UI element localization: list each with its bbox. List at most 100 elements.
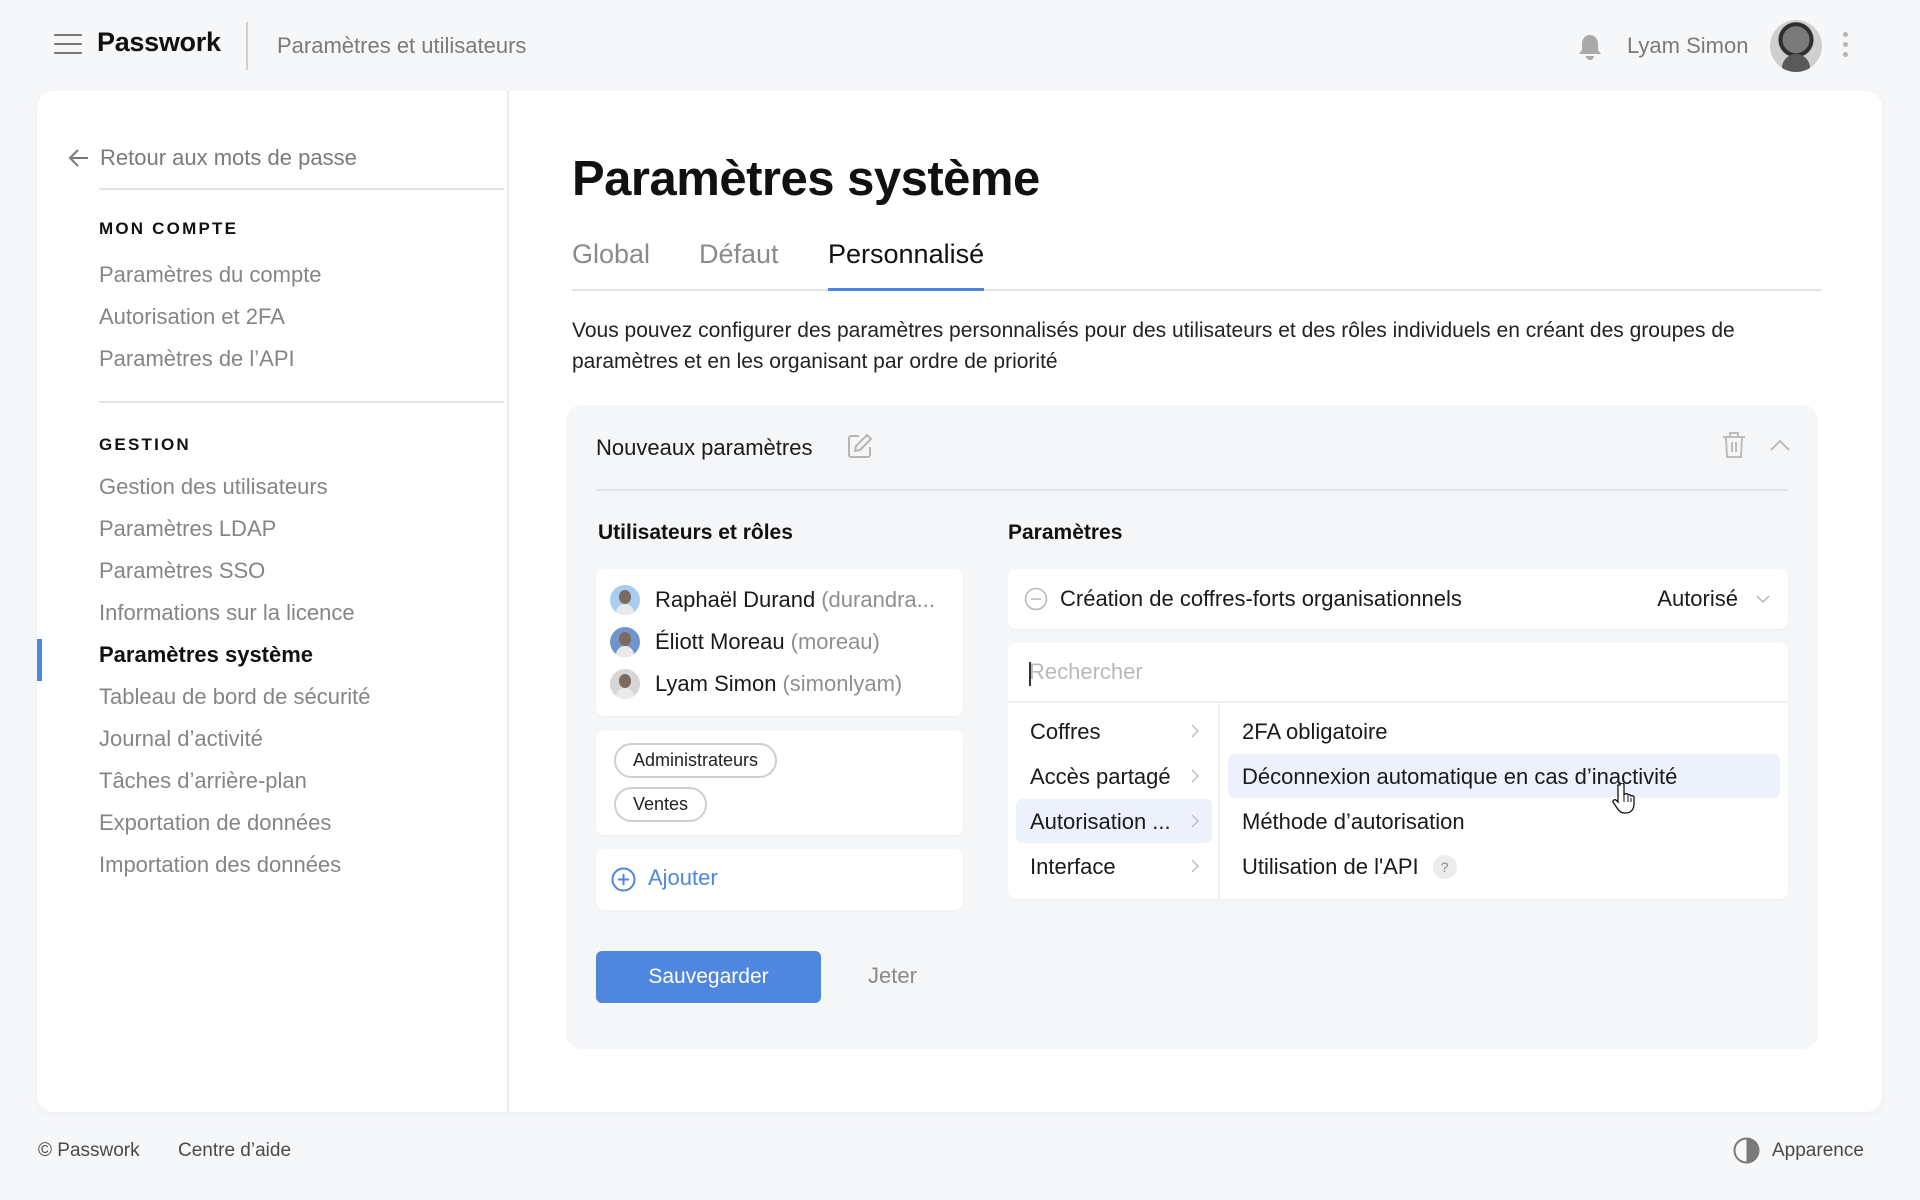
help-icon[interactable]: ? <box>1432 855 1457 879</box>
sidebar-item-authorization-2fa[interactable]: Autorisation et 2FA <box>99 304 285 330</box>
user-avatar <box>610 627 640 657</box>
bell-icon[interactable] <box>1576 32 1604 62</box>
tab-custom[interactable]: Personnalisé <box>828 239 985 291</box>
group-title: Nouveaux paramètres <box>596 435 813 460</box>
page-title: Paramètres système <box>572 152 1040 206</box>
chevron-right-icon <box>1191 769 1200 783</box>
edit-icon[interactable] <box>846 432 874 460</box>
option-label: Utilisation de l'API? <box>1242 854 1457 880</box>
user-item[interactable]: Éliott Moreau (moreau) <box>610 625 880 659</box>
tab-global[interactable]: Global <box>572 239 650 291</box>
description: Vous pouvez configurer des paramètres pe… <box>572 319 1735 373</box>
settings-picker: Coffres Accès partagé Autorisation ... I… <box>1008 643 1788 899</box>
content-area: Paramètres système Global Défaut Personn… <box>566 91 1882 1112</box>
category-vaults[interactable]: Coffres <box>1016 709 1212 753</box>
settings-group-panel: Nouveaux paramètres Utilisateurs et rôle… <box>566 405 1818 1049</box>
user-avatar <box>610 669 640 699</box>
category-shared-access[interactable]: Accès partagé <box>1016 754 1212 798</box>
category-label: Accès partagé <box>1030 764 1171 789</box>
sidebar-item-security-dashboard[interactable]: Tableau de bord de sécurité <box>99 684 371 710</box>
sidebar-item-api-settings[interactable]: Paramètres de l’API <box>99 346 295 372</box>
user-item-name: Raphaël Durand <box>655 587 816 612</box>
chevron-right-icon <box>1191 814 1200 828</box>
discard-button[interactable]: Jeter <box>868 963 917 989</box>
option-mandatory-2fa[interactable]: 2FA obligatoire <box>1228 709 1780 753</box>
sidebar-item-background-tasks[interactable]: Tâches d’arrière-plan <box>99 768 307 794</box>
sidebar-item-sso-settings[interactable]: Paramètres SSO <box>99 558 265 584</box>
sidebar-divider <box>99 188 504 190</box>
sidebar-item-ldap-settings[interactable]: Paramètres LDAP <box>99 516 276 542</box>
back-to-passwords-link[interactable]: Retour aux mots de passe <box>68 145 357 171</box>
option-auth-method[interactable]: Méthode d’autorisation <box>1228 799 1780 843</box>
tabs: Global Défaut Personnalisé <box>572 231 1822 291</box>
category-authorization[interactable]: Autorisation ... <box>1016 799 1212 843</box>
setting-value-select[interactable]: Autorisé <box>1657 586 1738 612</box>
option-api-usage[interactable]: Utilisation de l'API? <box>1228 844 1780 888</box>
more-options-icon[interactable] <box>1840 32 1850 60</box>
sidebar-item-data-export[interactable]: Exportation de données <box>99 810 331 836</box>
add-label: Ajouter <box>648 865 718 890</box>
main-card: Retour aux mots de passe MON COMPTE Para… <box>37 91 1882 1112</box>
role-chip[interactable]: Administrateurs <box>614 743 778 778</box>
sidebar-item-account-settings[interactable]: Paramètres du compte <box>99 262 322 288</box>
add-user-button[interactable]: Ajouter <box>596 849 963 910</box>
menu-icon[interactable] <box>54 34 82 56</box>
option-label-text: Utilisation de l'API <box>1242 854 1419 879</box>
option-auto-logout[interactable]: Déconnexion automatique en cas d’inactiv… <box>1228 754 1780 798</box>
sidebar-item-license-info[interactable]: Informations sur la licence <box>99 600 355 626</box>
arrow-left-icon <box>68 149 88 167</box>
appearance-toggle[interactable]: Apparence <box>1733 1137 1864 1164</box>
sidebar-item-system-settings[interactable]: Paramètres système <box>99 642 313 668</box>
sidebar-item-activity-log[interactable]: Journal d’activité <box>99 726 263 752</box>
category-label: Interface <box>1030 854 1116 879</box>
user-name[interactable]: Lyam Simon <box>1627 33 1748 59</box>
category-label: Autorisation ... <box>1030 809 1171 834</box>
save-button[interactable]: Sauvegarder <box>596 951 821 1003</box>
setting-label: Création de coffres-forts organisationne… <box>1060 586 1462 611</box>
sidebar-section-title: MON COMPTE <box>99 219 239 238</box>
user-item-login: (moreau) <box>790 629 880 654</box>
roles-list: Administrateurs Ventes <box>596 731 963 835</box>
copyright: © Passwork <box>38 1140 140 1161</box>
brand-logo[interactable]: Passwork <box>97 27 221 58</box>
user-item-login: (durandra... <box>821 587 935 612</box>
user-item-name: Lyam Simon <box>655 671 777 696</box>
role-chip[interactable]: Ventes <box>614 787 708 822</box>
user-avatar[interactable] <box>1770 20 1822 72</box>
minus-circle-icon[interactable] <box>1024 587 1048 611</box>
header-divider <box>246 22 248 70</box>
user-item-name: Éliott Moreau <box>655 629 785 654</box>
user-item[interactable]: Lyam Simon (simonlyam) <box>610 667 902 701</box>
sidebar: Retour aux mots de passe MON COMPTE Para… <box>37 91 509 1112</box>
category-label: Coffres <box>1030 719 1101 744</box>
chevron-down-icon[interactable] <box>1756 594 1770 604</box>
tab-default[interactable]: Défaut <box>699 239 779 291</box>
settings-heading: Paramètres <box>1008 521 1123 544</box>
user-item-login: (simonlyam) <box>782 671 903 696</box>
group-divider <box>596 489 1788 491</box>
category-interface[interactable]: Interface <box>1016 844 1212 888</box>
top-bar: Passwork Paramètres et utilisateurs Lyam… <box>0 0 1920 90</box>
setting-row: Création de coffres-forts organisationne… <box>1008 569 1788 629</box>
active-indicator <box>37 639 42 681</box>
sidebar-section-title: GESTION <box>99 435 191 454</box>
sidebar-item-data-import[interactable]: Importation des données <box>99 852 341 878</box>
search-input[interactable] <box>1008 643 1788 703</box>
option-label: 2FA obligatoire <box>1242 719 1388 744</box>
chevron-up-icon[interactable] <box>1769 437 1791 453</box>
chevron-right-icon <box>1191 859 1200 873</box>
user-item[interactable]: Raphaël Durand (durandra... <box>610 583 935 617</box>
users-roles-heading: Utilisateurs et rôles <box>598 521 793 544</box>
contrast-icon <box>1733 1137 1760 1164</box>
option-label: Méthode d’autorisation <box>1242 809 1465 834</box>
back-link-label: Retour aux mots de passe <box>100 145 357 170</box>
help-center-link[interactable]: Centre d’aide <box>178 1140 291 1162</box>
text-caret <box>1029 662 1031 686</box>
users-list: Raphaël Durand (durandra... Éliott Morea… <box>596 569 963 716</box>
appearance-label: Apparence <box>1772 1139 1864 1161</box>
plus-circle-icon <box>611 867 636 892</box>
option-label: Déconnexion automatique en cas d’inactiv… <box>1242 764 1678 789</box>
sidebar-item-user-management[interactable]: Gestion des utilisateurs <box>99 474 328 500</box>
trash-icon[interactable] <box>1721 430 1747 460</box>
sidebar-divider <box>99 401 504 403</box>
